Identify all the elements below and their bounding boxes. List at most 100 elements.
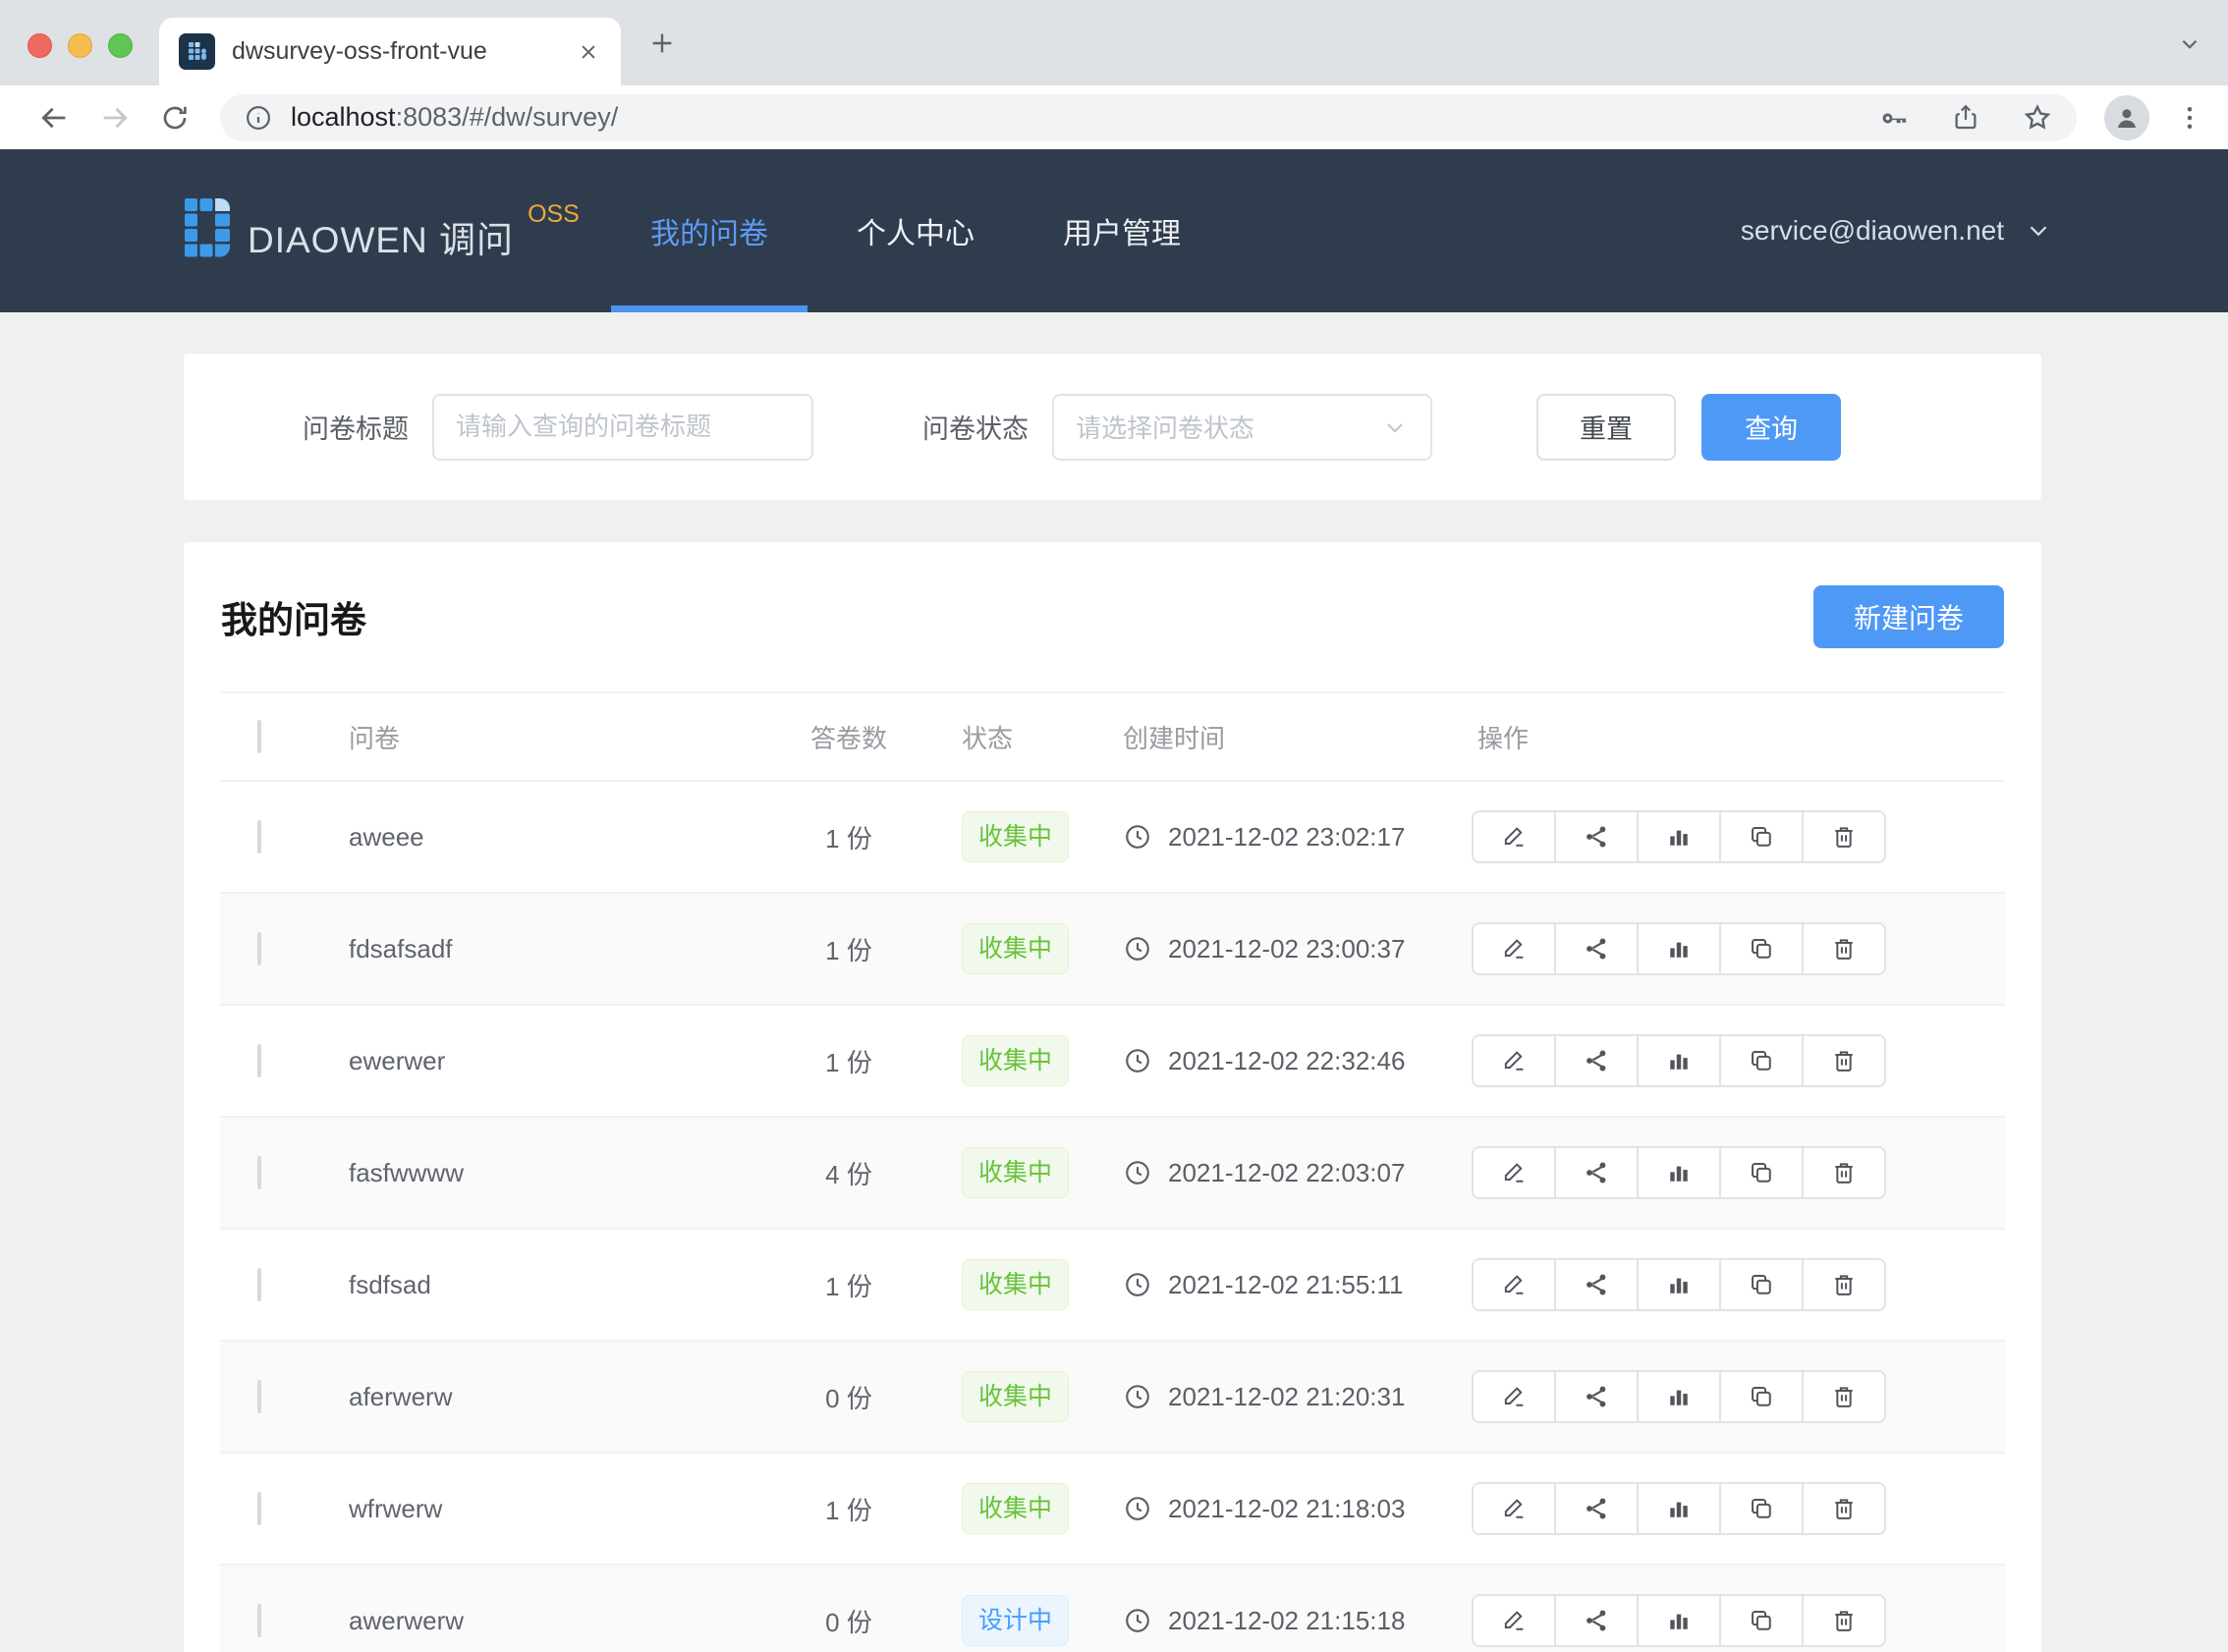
share-page-icon[interactable] [1951, 103, 1980, 133]
edit-button[interactable] [1472, 922, 1556, 975]
delete-button[interactable] [1802, 810, 1886, 863]
bar-chart-icon [1665, 1047, 1693, 1074]
site-info-icon[interactable] [244, 103, 273, 133]
edit-pencil-icon [1500, 1607, 1528, 1634]
browser-toolbar: localhost:8083/#/dw/survey/ [0, 85, 2228, 149]
edit-pencil-icon [1500, 823, 1528, 851]
edit-button[interactable] [1472, 1370, 1556, 1423]
copy-button[interactable] [1719, 1146, 1804, 1199]
status-badge: 收集中 [962, 1371, 1069, 1422]
bar-chart-icon [1665, 1271, 1693, 1298]
row-checkbox[interactable] [257, 932, 261, 965]
trash-icon [1830, 1047, 1858, 1074]
tab-search-chevron-icon[interactable] [2177, 31, 2202, 57]
browser-profile-avatar[interactable] [2104, 95, 2149, 140]
user-email: service@diaowen.net [1741, 215, 2004, 247]
row-checkbox[interactable] [257, 1044, 261, 1077]
browser-tab[interactable]: dwsurvey-oss-front-vue [159, 18, 621, 85]
password-key-icon[interactable] [1878, 102, 1910, 134]
table-row: ewerwer 1 份 收集中 2021-12-02 22:32:46 [220, 1006, 2005, 1118]
response-count: 4 份 [805, 1155, 893, 1191]
delete-button[interactable] [1802, 922, 1886, 975]
edit-button[interactable] [1472, 1594, 1556, 1647]
share-button[interactable] [1554, 1146, 1639, 1199]
bookmark-star-icon[interactable] [2022, 102, 2053, 134]
reset-button[interactable]: 重置 [1536, 394, 1676, 461]
delete-button[interactable] [1802, 1034, 1886, 1087]
share-nodes-icon [1583, 1495, 1610, 1522]
nav-item-user-management[interactable]: 用户管理 [1024, 149, 1220, 312]
created-time: 2021-12-02 23:02:17 [1168, 822, 1405, 853]
window-close-button[interactable] [28, 33, 52, 58]
row-checkbox[interactable] [257, 1492, 261, 1525]
address-bar[interactable]: localhost:8083/#/dw/survey/ [220, 94, 2077, 141]
status-badge: 收集中 [962, 1035, 1069, 1086]
title-filter-input[interactable] [432, 394, 813, 461]
browser-menu-icon[interactable] [2175, 103, 2204, 133]
edit-button[interactable] [1472, 810, 1556, 863]
stats-button[interactable] [1637, 1594, 1721, 1647]
forward-icon[interactable] [98, 101, 132, 135]
search-button[interactable]: 查询 [1701, 394, 1841, 461]
delete-button[interactable] [1802, 1594, 1886, 1647]
copy-icon [1748, 823, 1775, 851]
copy-button[interactable] [1719, 1594, 1804, 1647]
survey-name: ewerwer [349, 1046, 805, 1076]
stats-button[interactable] [1637, 810, 1721, 863]
row-checkbox[interactable] [257, 1268, 261, 1301]
status-badge: 收集中 [962, 1147, 1069, 1198]
copy-button[interactable] [1719, 1034, 1804, 1087]
url-text: localhost:8083/#/dw/survey/ [291, 102, 618, 133]
stats-button[interactable] [1637, 1482, 1721, 1535]
row-checkbox[interactable] [257, 1604, 261, 1637]
stats-button[interactable] [1637, 1258, 1721, 1311]
copy-button[interactable] [1719, 1258, 1804, 1311]
window-zoom-button[interactable] [108, 33, 133, 58]
share-button[interactable] [1554, 810, 1639, 863]
nav-item-profile[interactable]: 个人中心 [817, 149, 1014, 312]
new-tab-button[interactable] [646, 28, 678, 59]
stats-button[interactable] [1637, 1146, 1721, 1199]
delete-button[interactable] [1802, 1482, 1886, 1535]
back-icon[interactable] [37, 101, 71, 135]
table-row: aweee 1 份 收集中 2021-12-02 23:02:17 [220, 782, 2005, 894]
nav-item-my-surveys[interactable]: 我的问卷 [611, 149, 808, 312]
share-button[interactable] [1554, 1594, 1639, 1647]
stats-button[interactable] [1637, 922, 1721, 975]
delete-button[interactable] [1802, 1146, 1886, 1199]
edit-button[interactable] [1472, 1146, 1556, 1199]
share-nodes-icon [1583, 1271, 1610, 1298]
share-button[interactable] [1554, 922, 1639, 975]
survey-name: aferwerw [349, 1382, 805, 1412]
reload-icon[interactable] [159, 102, 191, 134]
edit-button[interactable] [1472, 1258, 1556, 1311]
create-survey-button[interactable]: 新建问卷 [1813, 585, 2004, 648]
table-body: aweee 1 份 收集中 2021-12-02 23:02:17 [220, 782, 2005, 1652]
share-button[interactable] [1554, 1482, 1639, 1535]
copy-button[interactable] [1719, 810, 1804, 863]
table-row: fdsafsadf 1 份 收集中 2021-12-02 23:00:37 [220, 894, 2005, 1006]
tab-close-icon[interactable] [576, 39, 601, 65]
edit-button[interactable] [1472, 1034, 1556, 1087]
tab-title: dwsurvey-oss-front-vue [232, 37, 576, 66]
row-checkbox[interactable] [257, 820, 261, 854]
status-filter-select[interactable]: 请选择问卷状态 [1052, 394, 1432, 461]
copy-button[interactable] [1719, 1482, 1804, 1535]
stats-button[interactable] [1637, 1370, 1721, 1423]
delete-button[interactable] [1802, 1370, 1886, 1423]
share-button[interactable] [1554, 1258, 1639, 1311]
select-all-checkbox[interactable] [257, 720, 261, 753]
row-checkbox[interactable] [257, 1380, 261, 1413]
copy-button[interactable] [1719, 1370, 1804, 1423]
share-button[interactable] [1554, 1370, 1639, 1423]
user-menu[interactable]: service@diaowen.net [1741, 149, 2053, 312]
edit-button[interactable] [1472, 1482, 1556, 1535]
copy-button[interactable] [1719, 922, 1804, 975]
window-minimize-button[interactable] [68, 33, 92, 58]
stats-button[interactable] [1637, 1034, 1721, 1087]
app-logo[interactable]: DIAOWEN 调问 OSS [185, 198, 580, 263]
share-button[interactable] [1554, 1034, 1639, 1087]
row-checkbox[interactable] [257, 1156, 261, 1189]
share-nodes-icon [1583, 1607, 1610, 1634]
delete-button[interactable] [1802, 1258, 1886, 1311]
